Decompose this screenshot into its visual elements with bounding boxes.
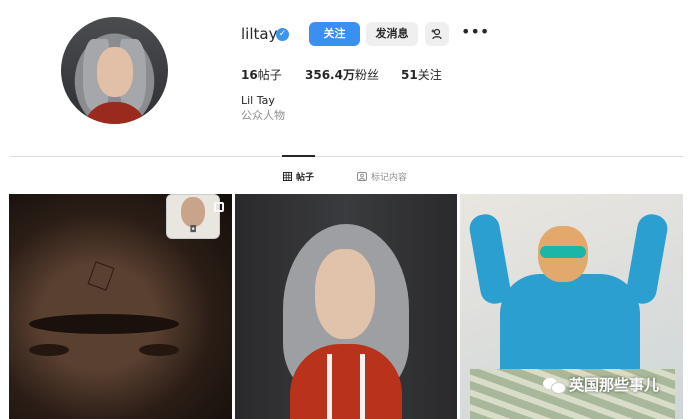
profile-category: 公众人物	[241, 109, 285, 122]
posts-label: 帖子	[257, 68, 282, 82]
post-thumbnail-1[interactable]: ◘	[9, 194, 232, 419]
grid-icon	[283, 172, 292, 181]
tab-tagged-label: 标记内容	[371, 173, 408, 183]
tag-icon	[357, 172, 367, 181]
post-1-eye-left	[29, 344, 69, 356]
following-count: 51	[401, 68, 418, 82]
stat-following[interactable]: 51关注	[401, 66, 442, 83]
posts-count: 16	[241, 68, 258, 82]
post-2-stripe-left	[327, 354, 332, 419]
followers-label: 粉丝	[354, 68, 379, 82]
verified-badge-icon: ✓	[276, 28, 289, 41]
avatar-face	[97, 47, 133, 97]
post-1-eye-right	[139, 344, 179, 356]
follow-button[interactable]: 关注	[309, 22, 360, 46]
post-2-stripe-right	[360, 354, 365, 419]
post-1-tattoo	[87, 261, 115, 291]
active-tab-indicator	[282, 155, 315, 157]
person-plus-icon	[431, 28, 442, 40]
inset-face	[181, 197, 205, 227]
message-button[interactable]: 发消息	[366, 22, 418, 46]
stat-followers[interactable]: 356.4万粉丝	[305, 66, 379, 83]
tab-posts[interactable]: 帖子	[283, 170, 314, 183]
wechat-icon	[543, 376, 566, 394]
post-1-brow	[29, 314, 179, 334]
profile-username: liltay	[241, 25, 278, 43]
following-label: 关注	[417, 68, 442, 82]
profile-full-name: Lil Tay	[241, 94, 275, 107]
post-thumbnail-2[interactable]	[235, 194, 457, 419]
camera-icon: ◘	[189, 225, 197, 235]
post-1-inset-photo: ◘	[166, 194, 220, 239]
tabs-divider	[10, 156, 683, 157]
post-3-glasses	[540, 246, 586, 258]
post-3-hoodie	[500, 274, 640, 384]
post-2-face	[315, 249, 375, 339]
watermark-text: 英国那些事儿	[569, 376, 660, 394]
tab-posts-label: 帖子	[296, 173, 315, 183]
profile-avatar[interactable]	[61, 17, 168, 124]
suggest-user-button[interactable]	[425, 22, 449, 46]
stat-posts: 16帖子	[241, 66, 282, 83]
tab-tagged[interactable]: 标记内容	[357, 170, 407, 183]
more-options-button[interactable]: •••	[461, 24, 489, 44]
followers-count: 356.4万	[305, 68, 355, 82]
watermark: 英国那些事儿	[543, 374, 659, 395]
multiple-photos-icon	[214, 202, 224, 212]
